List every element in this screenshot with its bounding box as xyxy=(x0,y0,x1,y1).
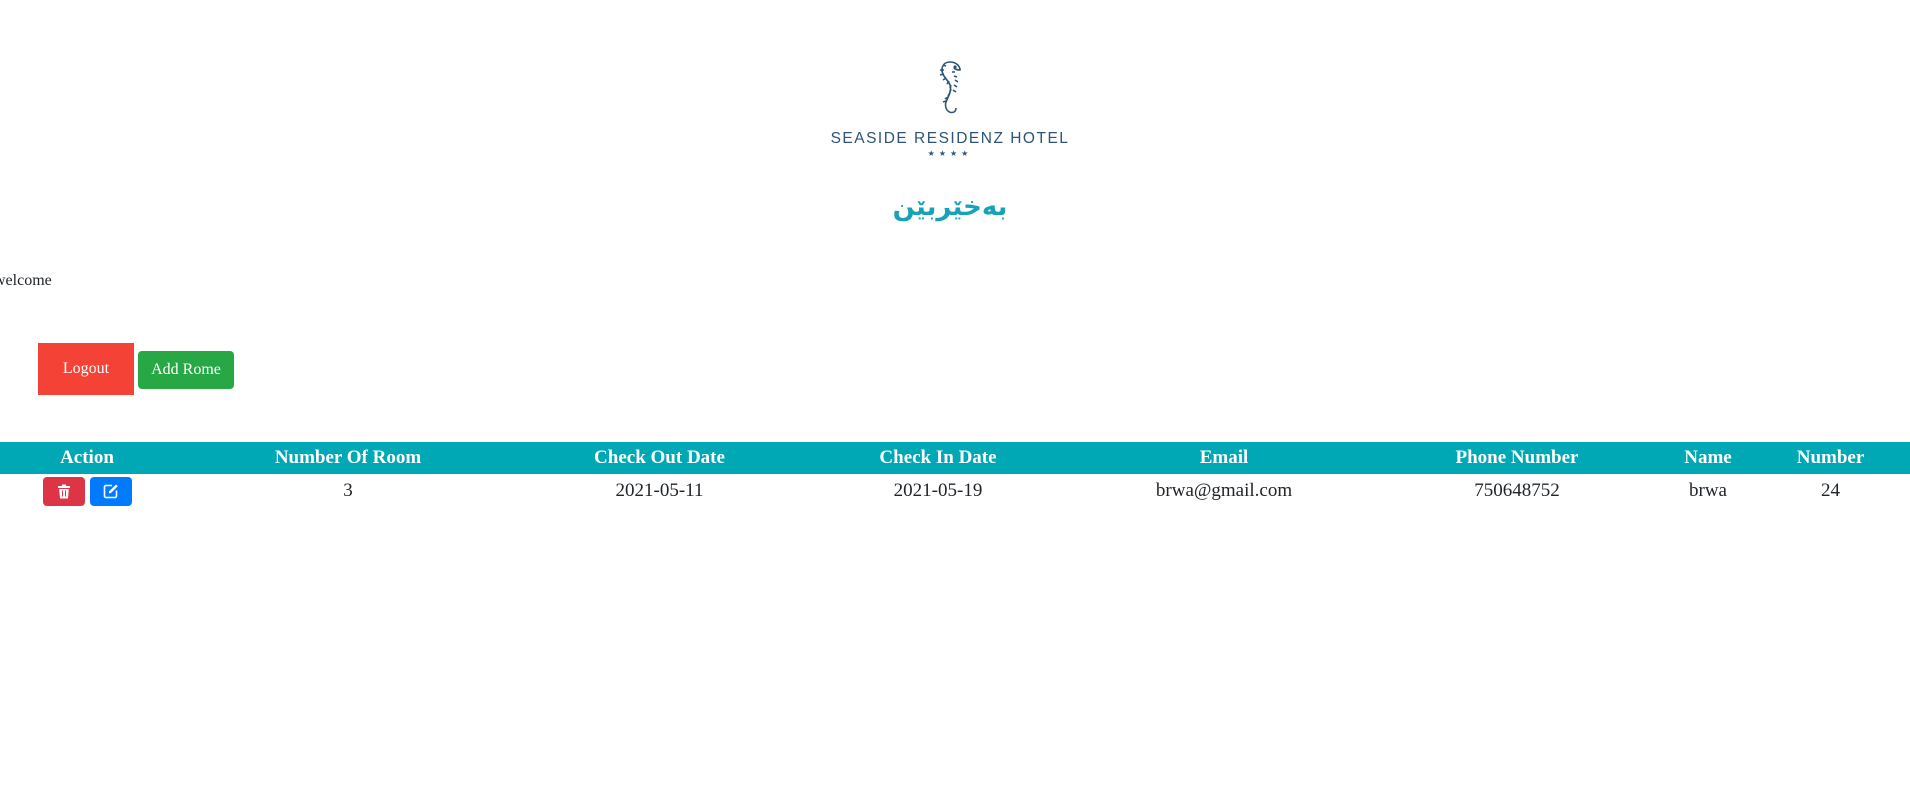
room-count-cell: 3 xyxy=(343,480,353,501)
delete-button[interactable] xyxy=(42,476,85,506)
column-header-name: Name xyxy=(1665,442,1751,474)
hotel-name: SEASIDE RESIDENZ HOTEL xyxy=(830,130,1070,147)
table-header-row: Action Number Of Room Check Out Date Che… xyxy=(0,442,1910,474)
seahorse-icon xyxy=(939,61,961,114)
edit-icon xyxy=(103,484,118,499)
check-out-date-cell: 2021-05-11 xyxy=(615,480,704,501)
welcome-heading: بەخێربێن xyxy=(892,192,1008,222)
name-cell: brwa xyxy=(1689,480,1727,501)
email-cell: brwa@gmail.com xyxy=(1155,480,1293,501)
action-cell xyxy=(0,474,174,508)
check-in-date-cell: 2021-05-19 xyxy=(893,480,983,501)
column-header-number-of-room: Number Of Room xyxy=(174,442,522,474)
column-header-action: Action xyxy=(0,442,174,474)
number-cell: 24 xyxy=(1821,480,1840,501)
column-header-number: Number xyxy=(1751,442,1910,474)
hotel-logo: SEASIDE RESIDENZ HOTEL ★★★★ xyxy=(800,58,1100,158)
column-header-phone-number: Phone Number xyxy=(1369,442,1665,474)
phone-number-cell: 750648752 xyxy=(1474,480,1560,501)
column-header-email: Email xyxy=(1079,442,1369,474)
trash-icon xyxy=(57,484,70,498)
page: SEASIDE RESIDENZ HOTEL ★★★★ بەخێربێن wel… xyxy=(0,0,1910,801)
column-header-check-out-date: Check Out Date xyxy=(522,442,797,474)
hotel-stars: ★★★★ xyxy=(927,149,973,158)
logout-button[interactable]: Logout xyxy=(38,343,134,395)
table-row: 3 2021-05-11 2021-05-19 brwa@gmail.com 7… xyxy=(0,474,1910,508)
reservations-table: Action Number Of Room Check Out Date Che… xyxy=(0,442,1910,508)
edit-button[interactable] xyxy=(89,476,132,506)
welcome-text: welcome xyxy=(0,272,52,289)
column-header-check-in-date: Check In Date xyxy=(797,442,1079,474)
add-room-button[interactable]: Add Rome xyxy=(138,351,234,389)
